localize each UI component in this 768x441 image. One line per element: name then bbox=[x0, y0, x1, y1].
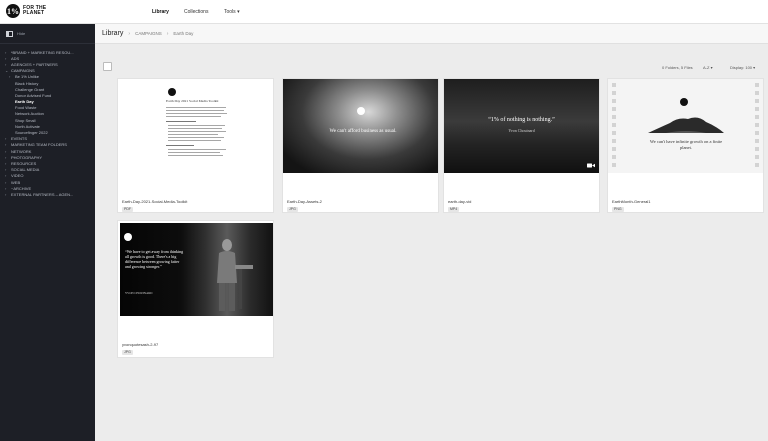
sort-dropdown[interactable]: A-Z ▾ bbox=[703, 65, 713, 70]
sidebar-item-label: RESOURCES bbox=[11, 160, 37, 166]
breadcrumb-separator: › bbox=[166, 30, 169, 37]
library-header: Library › CAMPAIGNS › Earth Day bbox=[95, 24, 768, 44]
breadcrumb-separator: › bbox=[128, 30, 131, 37]
asset-thumbnail[interactable]: We can't have infinite growth on a finit… bbox=[608, 79, 763, 173]
sidebar-item-label: MARKETING TEAM FOLDERS bbox=[11, 142, 67, 148]
logo-icon bbox=[357, 107, 365, 115]
asset-title[interactable]: Earth-Day-2021-Social-Media-Toolkit bbox=[122, 199, 187, 204]
brand-logo[interactable]: 1% FOR THE PLANET bbox=[6, 4, 57, 18]
page-title[interactable]: Library bbox=[102, 30, 123, 37]
breadcrumb-campaigns[interactable]: CAMPAIGNS bbox=[135, 31, 162, 36]
sidebar-item-label: North Activate bbox=[15, 123, 40, 129]
sidebar-item-label: ADS bbox=[11, 55, 20, 61]
thumbnail-attribution: YVON CHOUINARD bbox=[125, 291, 153, 295]
item-count: 0 Folders, 5 Files bbox=[662, 65, 693, 70]
sidebar-item-label: Black History bbox=[15, 80, 39, 86]
thumbnail-quote: “1% of nothing is nothing.” bbox=[488, 117, 555, 123]
sidebar: Hide › *BRAND + MARKETING RESOU... › ADS › AG… bbox=[0, 24, 95, 441]
asset-title[interactable]: Earth-Day-Assets-2 bbox=[287, 199, 322, 204]
logo-icon bbox=[168, 88, 176, 96]
logo-mark: 1% bbox=[6, 4, 20, 18]
sidebar-item-label: Shop Small bbox=[15, 117, 36, 123]
logo-icon bbox=[680, 98, 688, 106]
nav-tools[interactable]: Tools bbox=[224, 9, 240, 15]
sidebar-item-label: VIDEO bbox=[11, 173, 24, 179]
nav-library[interactable]: Library bbox=[152, 9, 169, 15]
sidebar-item-label: Be 1% Unlike bbox=[15, 74, 40, 80]
sidebar-hide-label: Hide bbox=[17, 31, 26, 36]
sidebar-item-label: WEB bbox=[11, 179, 21, 185]
main-panel: Library › CAMPAIGNS › Earth Day 0 Folder… bbox=[95, 24, 768, 441]
select-all-checkbox[interactable] bbox=[103, 62, 112, 71]
folder-tree: › *BRAND + MARKETING RESOU... › ADS › AGENCIE… bbox=[0, 44, 95, 198]
sidebar-item-label: Network Auction bbox=[15, 111, 44, 117]
sidebar-item-label: Challenge Grant bbox=[15, 86, 45, 92]
sidebar-item-label: ~ARCHIVE bbox=[11, 185, 32, 191]
logo-icon bbox=[124, 233, 132, 241]
thumbnail-quote: We can't afford business as usual. bbox=[329, 129, 397, 134]
asset-title[interactable]: earth-day-vid bbox=[448, 199, 471, 204]
sidebar-item-label: NETWORK bbox=[11, 148, 32, 154]
thumbnail-attribution: Yvon Chouinard bbox=[508, 128, 535, 133]
breadcrumb-earth-day: Earth Day bbox=[173, 31, 194, 36]
file-type-badge: PDF bbox=[122, 207, 133, 212]
sidebar-item-label: AGENCIES + PARTNERS bbox=[11, 61, 58, 67]
file-type-badge: MP4 bbox=[448, 207, 460, 212]
logo-text: FOR THE PLANET bbox=[23, 5, 47, 16]
display-label: Display: 100 bbox=[730, 65, 753, 70]
sidebar-header[interactable]: Hide bbox=[0, 24, 95, 44]
asset-card[interactable]: Earth Day 2021 Social Media Toolkit Eart… bbox=[117, 78, 274, 213]
asset-title[interactable]: EarthMonth-General1 bbox=[612, 199, 650, 204]
sort-label: A-Z bbox=[703, 65, 710, 70]
file-type-badge: JPG bbox=[122, 350, 133, 355]
nav-collections[interactable]: Collections bbox=[184, 9, 208, 15]
sidebar-item-label: SOCIAL MEDIA bbox=[11, 167, 40, 173]
sidebar-item-label: *BRAND + MARKETING RESOU... bbox=[11, 49, 74, 55]
sidebar-item-label: PHOTOGRAPHY bbox=[11, 154, 43, 160]
sidebar-item-label: EXTERNAL PARTNERS – AGEN... bbox=[11, 191, 74, 197]
island-illustration bbox=[648, 117, 724, 133]
workshop-illustration bbox=[217, 239, 253, 311]
asset-card[interactable]: “We have to get away from thinking all g… bbox=[117, 220, 274, 358]
sidebar-item[interactable]: › EXTERNAL PARTNERS – AGEN... bbox=[0, 191, 95, 197]
sidebar-item-label: Sourcefinger 2022 bbox=[15, 130, 48, 136]
file-type-badge: JPG bbox=[287, 207, 298, 212]
thumbnail-quote: “We have to get away from thinking all g… bbox=[125, 249, 184, 269]
asset-thumbnail[interactable]: Earth Day 2021 Social Media Toolkit bbox=[118, 79, 273, 173]
asset-thumbnail[interactable]: We can't afford business as usual. bbox=[283, 79, 438, 173]
thumbnail-quote: We can't have infinite growth on a finit… bbox=[649, 139, 723, 150]
asset-card[interactable]: “1% of nothing is nothing.” Yvon Chouina… bbox=[443, 78, 600, 213]
video-icon bbox=[587, 163, 595, 168]
top-bar: 1% FOR THE PLANET Library Collections To… bbox=[0, 0, 768, 24]
sidebar-item-label: Earth Day bbox=[15, 99, 34, 105]
asset-card[interactable]: We can't have infinite growth on a finit… bbox=[607, 78, 764, 213]
asset-card[interactable]: We can't afford business as usual. Earth… bbox=[282, 78, 439, 213]
sidebar-toggle-icon[interactable] bbox=[6, 30, 13, 37]
display-dropdown[interactable]: Display: 100 ▾ bbox=[730, 65, 755, 70]
asset-title[interactable]: yvonquotesash-2-97 bbox=[122, 342, 158, 347]
toolbar: 0 Folders, 5 Files A-Z ▾ Display: 100 ▾ bbox=[95, 61, 768, 73]
sidebar-item-label: EVENTS bbox=[11, 136, 28, 142]
doc-heading: Earth Day 2021 Social Media Toolkit bbox=[166, 99, 219, 103]
sidebar-item-label: CAMPAIGNS bbox=[11, 68, 35, 74]
asset-thumbnail[interactable]: “We have to get away from thinking all g… bbox=[120, 223, 273, 316]
asset-thumbnail[interactable]: “1% of nothing is nothing.” Yvon Chouina… bbox=[444, 79, 599, 173]
sidebar-item-label: Food Waste bbox=[15, 105, 37, 111]
file-type-badge: PNG bbox=[612, 207, 624, 212]
sidebar-item-label: Donor Advised Fund bbox=[15, 92, 52, 98]
